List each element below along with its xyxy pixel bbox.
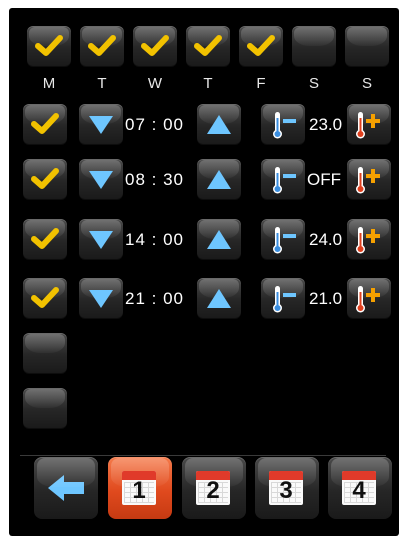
triangle-up-icon bbox=[207, 170, 231, 189]
day-toggle-mon[interactable] bbox=[27, 26, 71, 66]
slot-temperature: OFF bbox=[307, 170, 341, 189]
triangle-down-icon bbox=[89, 116, 113, 134]
temp-increase-button[interactable] bbox=[347, 278, 391, 318]
day-toggle-sun[interactable] bbox=[345, 26, 389, 66]
day-toggle-wed[interactable] bbox=[133, 26, 177, 66]
slot-enable-toggle[interactable] bbox=[23, 219, 67, 259]
temp-decrease-button[interactable] bbox=[261, 219, 305, 259]
program-tab-3[interactable]: 3 bbox=[255, 457, 319, 519]
temp-increase-button[interactable] bbox=[347, 219, 391, 259]
slot-time: 07 : 00 bbox=[125, 115, 184, 134]
slot-temperature: 23.0 bbox=[309, 115, 343, 134]
thermometer-minus-icon bbox=[273, 112, 296, 139]
time-increase-button[interactable] bbox=[197, 278, 241, 318]
slot-time: 08 : 30 bbox=[125, 170, 184, 189]
triangle-up-icon bbox=[207, 289, 231, 308]
day-toggle-sat[interactable] bbox=[292, 26, 336, 66]
day-label: T bbox=[203, 75, 213, 92]
time-decrease-button[interactable] bbox=[79, 104, 123, 144]
triangle-down-icon bbox=[89, 290, 113, 308]
slot-time: 21 : 00 bbox=[125, 289, 184, 308]
slot-temperature: 21.0 bbox=[309, 289, 343, 308]
time-decrease-button[interactable] bbox=[79, 278, 123, 318]
calendar-icon: 4 bbox=[342, 471, 376, 505]
thermometer-plus-icon bbox=[356, 167, 380, 194]
triangle-down-icon bbox=[89, 171, 113, 189]
slot-enable-toggle[interactable] bbox=[23, 104, 67, 144]
time-increase-button[interactable] bbox=[197, 104, 241, 144]
check-icon bbox=[35, 35, 63, 56]
slot-enable-toggle[interactable] bbox=[23, 388, 67, 428]
day-label: W bbox=[147, 75, 163, 92]
check-icon bbox=[31, 287, 59, 308]
day-label: S bbox=[308, 75, 319, 92]
temp-increase-button[interactable] bbox=[347, 159, 391, 199]
temp-decrease-button[interactable] bbox=[261, 159, 305, 199]
check-icon bbox=[194, 35, 222, 56]
program-tab-2[interactable]: 2 bbox=[182, 457, 246, 519]
time-increase-button[interactable] bbox=[197, 159, 241, 199]
thermometer-minus-icon bbox=[273, 227, 296, 254]
thermometer-plus-icon bbox=[356, 286, 380, 313]
program-tab-4[interactable]: 4 bbox=[328, 457, 392, 519]
arrow-left-icon bbox=[48, 475, 84, 501]
thermometer-plus-icon bbox=[356, 112, 380, 139]
program-tab-1[interactable]: 1 bbox=[108, 457, 172, 519]
thermometer-minus-icon bbox=[273, 167, 296, 194]
time-increase-button[interactable] bbox=[197, 219, 241, 259]
day-toggle-fri[interactable] bbox=[239, 26, 283, 66]
slot-enable-toggle[interactable] bbox=[23, 159, 67, 199]
time-decrease-button[interactable] bbox=[79, 159, 123, 199]
slot-time: 14 : 00 bbox=[125, 230, 184, 249]
triangle-up-icon bbox=[207, 230, 231, 249]
thermometer-plus-icon bbox=[356, 227, 380, 254]
slot-enable-toggle[interactable] bbox=[23, 333, 67, 373]
slot-temperature: 24.0 bbox=[309, 230, 343, 249]
check-icon bbox=[31, 168, 59, 189]
thermometer-minus-icon bbox=[273, 286, 296, 313]
day-label: F bbox=[256, 75, 266, 92]
day-toggle-tue[interactable] bbox=[80, 26, 124, 66]
time-decrease-button[interactable] bbox=[79, 219, 123, 259]
back-button[interactable] bbox=[34, 457, 98, 519]
check-icon bbox=[141, 35, 169, 56]
temp-decrease-button[interactable] bbox=[261, 278, 305, 318]
check-icon bbox=[88, 35, 116, 56]
divider bbox=[20, 455, 386, 456]
check-icon bbox=[31, 113, 59, 134]
calendar-icon: 2 bbox=[196, 471, 230, 505]
day-label: T bbox=[97, 75, 107, 92]
day-label: M bbox=[42, 75, 56, 92]
day-toggle-thu[interactable] bbox=[186, 26, 230, 66]
triangle-down-icon bbox=[89, 231, 113, 249]
calendar-icon: 3 bbox=[269, 471, 303, 505]
calendar-icon: 1 bbox=[122, 471, 156, 505]
temp-increase-button[interactable] bbox=[347, 104, 391, 144]
day-label: S bbox=[361, 75, 372, 92]
triangle-up-icon bbox=[207, 115, 231, 134]
slot-enable-toggle[interactable] bbox=[23, 278, 67, 318]
temp-decrease-button[interactable] bbox=[261, 104, 305, 144]
check-icon bbox=[31, 228, 59, 249]
check-icon bbox=[247, 35, 275, 56]
